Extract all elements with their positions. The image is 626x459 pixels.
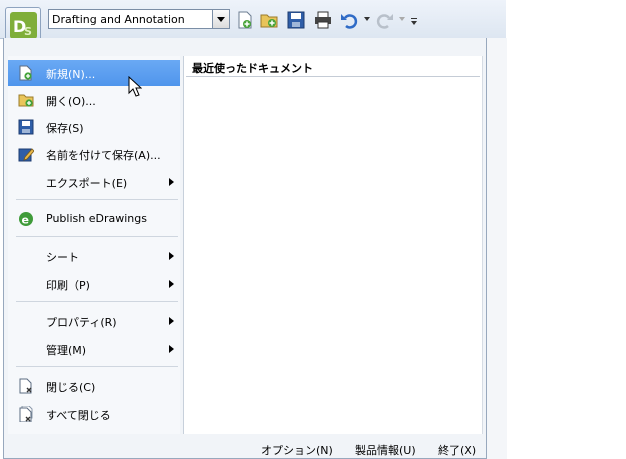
redo-icon[interactable] [376, 11, 394, 29]
edrawings-icon: e [19, 212, 33, 227]
workspace-select[interactable]: Drafting and Annotation [48, 9, 230, 29]
menu-item-label: 名前を付けて保存(A)... [46, 149, 161, 162]
product-info-button[interactable]: 製品情報(U) [355, 442, 416, 458]
close-all-icon [19, 406, 33, 422]
save-icon [18, 119, 34, 135]
recent-documents-header: 最近使ったドキュメント [192, 62, 313, 75]
menu-item-save-as[interactable]: 名前を付けて保存(A)... [8, 141, 180, 167]
recent-documents-panel: 最近使ったドキュメント [183, 56, 483, 434]
menu-item-new[interactable]: 新規(N)... [8, 60, 180, 86]
open-folder-icon [18, 94, 34, 107]
submenu-arrow-icon [169, 178, 174, 186]
svg-text:S: S [24, 25, 32, 38]
menu-command-list: 新規(N)... 開く(O)... 保存(S) 名前を付けて保存(A)... エ… [8, 56, 180, 434]
menu-item-label: 開く(O)... [46, 95, 96, 108]
menu-separator [16, 301, 178, 302]
menu-item-open[interactable]: 開く(O)... [8, 87, 180, 113]
submenu-arrow-icon [169, 345, 174, 353]
new-icon[interactable] [236, 11, 254, 29]
chevron-down-icon[interactable] [212, 10, 229, 28]
menu-item-label: エクスポート(E) [46, 177, 128, 190]
open-icon[interactable] [260, 11, 278, 29]
new-document-icon [19, 65, 32, 81]
menu-item-export[interactable]: エクスポート(E) [8, 169, 180, 195]
quick-access-toolbar: D S Drafting and Annotation [0, 0, 506, 43]
close-document-icon [19, 378, 32, 394]
menu-item-label: 保存(S) [46, 122, 84, 135]
menu-item-label: シート [46, 251, 79, 264]
app-logo-icon: D S [10, 12, 37, 39]
redo-dropdown-icon[interactable] [399, 17, 405, 21]
recent-header-divider [186, 76, 480, 77]
menu-item-close[interactable]: 閉じる(C) [8, 373, 180, 399]
menu-item-sheet[interactable]: シート [8, 243, 180, 269]
menu-item-publish-edrawings[interactable]: e Publish eDrawings [8, 206, 180, 232]
save-as-icon [18, 148, 34, 162]
menu-separator [16, 366, 178, 367]
submenu-arrow-icon [169, 317, 174, 325]
mouse-cursor-icon [128, 76, 142, 97]
submenu-arrow-icon [169, 252, 174, 260]
application-menu: 新規(N)... 開く(O)... 保存(S) 名前を付けて保存(A)... エ… [3, 38, 487, 459]
menu-separator [16, 199, 178, 200]
menu-item-manage[interactable]: 管理(M) [8, 336, 180, 362]
undo-icon[interactable] [340, 11, 358, 29]
undo-dropdown-icon[interactable] [364, 17, 370, 21]
menu-item-label: Publish eDrawings [46, 212, 147, 225]
exit-button[interactable]: 終了(X) [438, 442, 476, 458]
menu-item-label: プロパティ(R) [46, 316, 117, 329]
options-button[interactable]: オプション(N) [261, 442, 333, 458]
menu-item-label: 閉じる(C) [46, 381, 96, 394]
save-icon[interactable] [287, 11, 305, 29]
menu-item-label: すべて閉じる [46, 409, 111, 422]
menu-item-label: 新規(N)... [46, 68, 96, 81]
print-icon[interactable] [314, 11, 332, 29]
customize-icon[interactable] [409, 11, 419, 29]
submenu-arrow-icon [169, 280, 174, 288]
menu-item-label: 印刷（P) [46, 279, 90, 292]
menu-item-print[interactable]: 印刷（P) [8, 271, 180, 297]
menu-item-label: 管理(M) [46, 344, 87, 357]
menu-item-save[interactable]: 保存(S) [8, 114, 180, 140]
menu-item-properties[interactable]: プロパティ(R) [8, 308, 180, 334]
menu-item-close-all[interactable]: すべて閉じる [8, 401, 180, 427]
svg-text:e: e [22, 214, 29, 227]
menu-separator [16, 236, 178, 237]
workspace-select-value: Drafting and Annotation [52, 13, 185, 26]
